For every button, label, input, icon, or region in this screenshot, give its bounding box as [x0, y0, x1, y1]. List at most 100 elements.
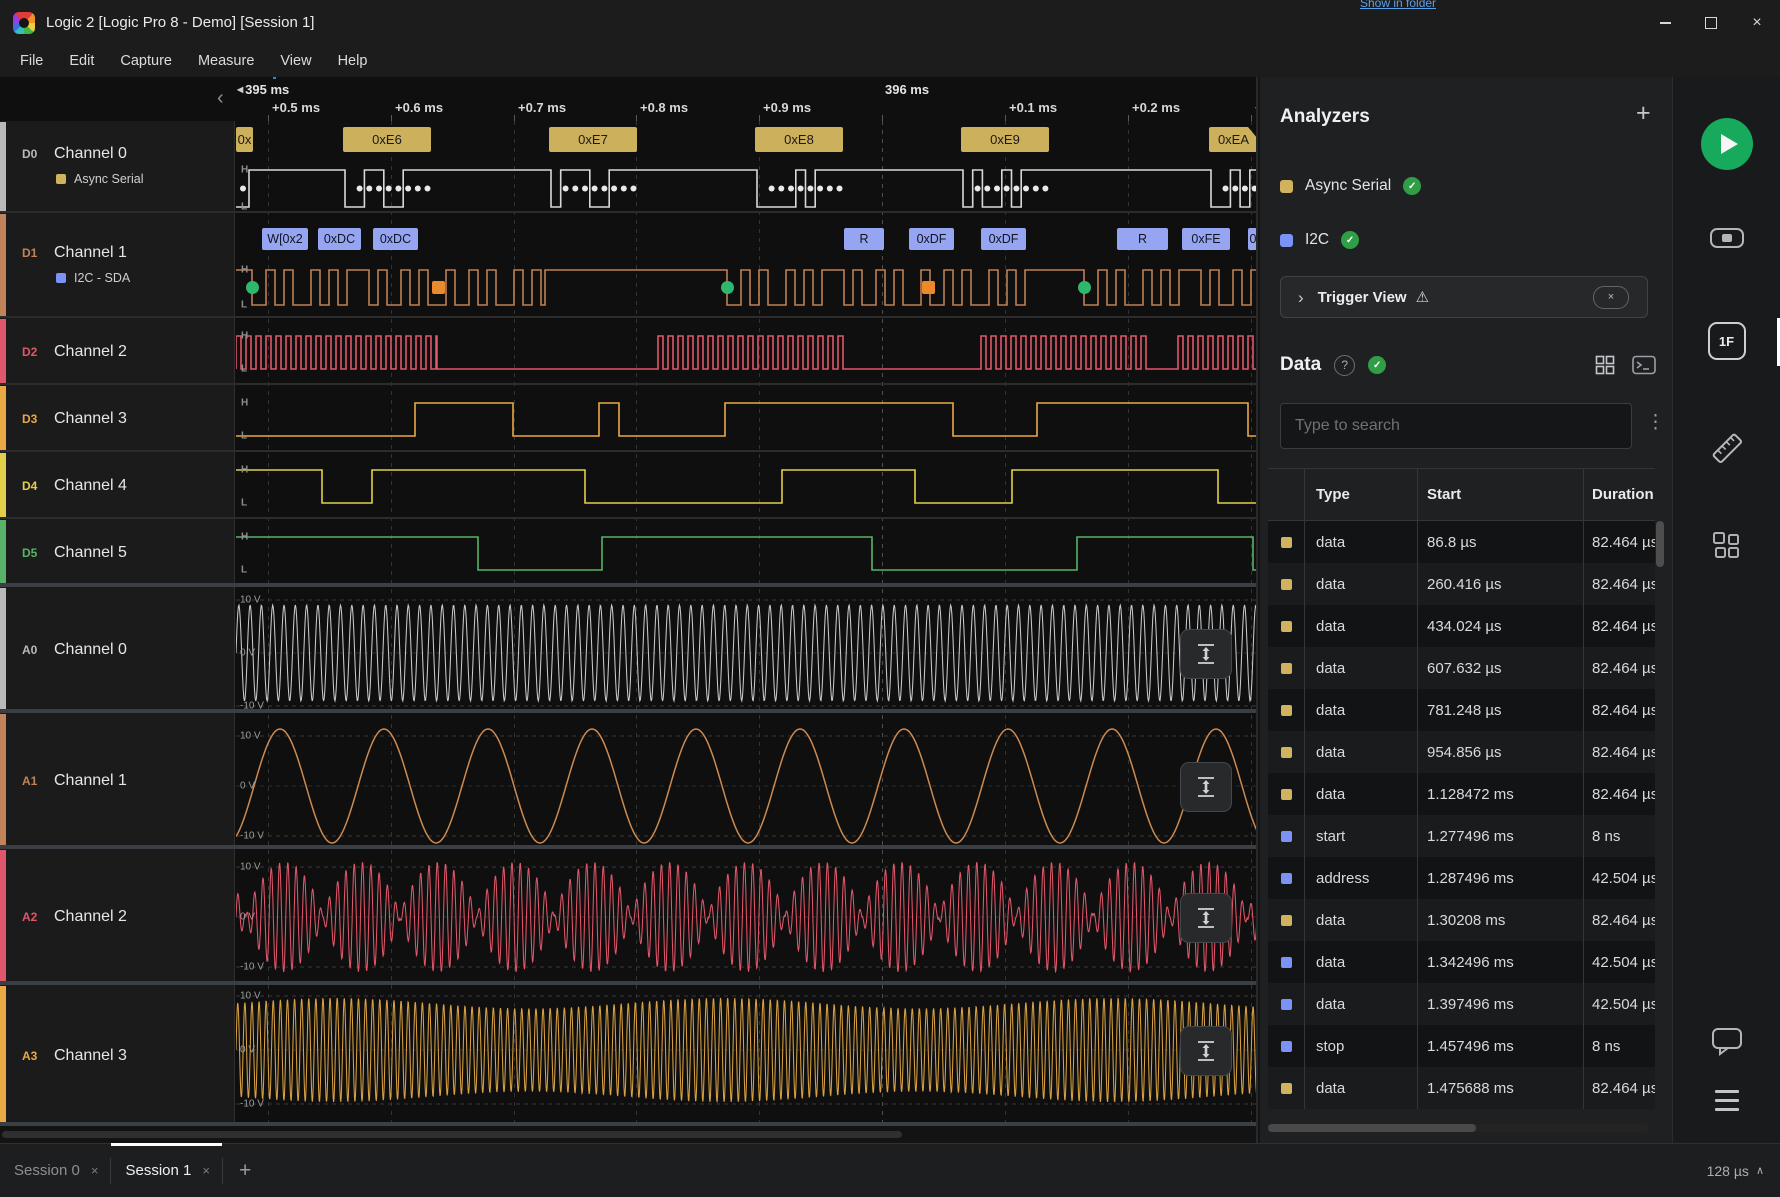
analyzer-color-icon	[1280, 234, 1293, 247]
channel-row-a0[interactable]: A0Channel 010 V0 V-10 V	[0, 587, 1258, 713]
waveform-d3[interactable]	[236, 385, 1258, 452]
table-row[interactable]: data954.856 µs82.464 µs	[1268, 731, 1655, 773]
row-type-color-icon	[1268, 873, 1304, 884]
waveform-a0[interactable]	[236, 587, 1258, 713]
waveform-d2[interactable]	[236, 318, 1258, 385]
close-trigger-view-button[interactable]: ×	[1593, 286, 1629, 309]
analyzer-color-icon	[1280, 180, 1293, 193]
table-row[interactable]: data1.30208 ms82.464 µs	[1268, 899, 1655, 941]
menu-help[interactable]: Help	[325, 45, 381, 77]
volt-label: 10 V	[240, 991, 261, 1002]
table-row[interactable]: stop1.457496 ms8 ns	[1268, 1025, 1655, 1067]
main-menu-button[interactable]	[1715, 1090, 1739, 1111]
cell-type: data	[1304, 786, 1417, 803]
timeline-ruler[interactable]: ‹ ◀395 ms396 ms+0.5 ms+0.6 ms+0.7 ms+0.8…	[0, 77, 1256, 121]
table-row[interactable]: start1.277496 ms8 ns	[1268, 815, 1655, 857]
waveform-d4[interactable]	[236, 452, 1258, 519]
channel-row-a2[interactable]: A2Channel 210 V0 V-10 V	[0, 849, 1258, 985]
table-row[interactable]: data607.632 µs82.464 µs	[1268, 647, 1655, 689]
analog-scale-button[interactable]	[1180, 762, 1232, 812]
waveform-d5[interactable]	[236, 519, 1258, 586]
table-row[interactable]: data1.475688 ms82.464 µs	[1268, 1067, 1655, 1109]
cell-start: 1.457496 ms	[1417, 1038, 1583, 1055]
analog-scale-button[interactable]	[1180, 1026, 1232, 1076]
channel-row-d4[interactable]: D4Channel 4HL	[0, 452, 1258, 519]
session-tab-0[interactable]: Session 0×	[0, 1144, 110, 1197]
app-window: Logic 2 [Logic Pro 8 - Demo] [Session 1]…	[0, 0, 1780, 1197]
channel-color-strip	[0, 122, 6, 212]
close-tab-icon[interactable]: ×	[91, 1163, 99, 1178]
table-row[interactable]: data1.342496 ms42.504 µs	[1268, 941, 1655, 983]
menu-edit[interactable]: Edit	[56, 45, 107, 77]
device-settings-button[interactable]	[1708, 224, 1746, 252]
analyzer-name-text: I2C - SDA	[74, 271, 130, 285]
analyzer-item-i2c[interactable]: I2C✓	[1280, 226, 1359, 254]
table-row[interactable]: data1.397496 ms42.504 µs	[1268, 983, 1655, 1025]
capture-mode-1f-button[interactable]: 1F	[1708, 322, 1746, 360]
ruler-tick-label: +0.2 ms	[1132, 100, 1180, 115]
table-hscrollbar[interactable]	[1268, 1124, 1648, 1132]
menu-view[interactable]: View	[267, 45, 324, 77]
help-icon[interactable]: ?	[1334, 355, 1355, 376]
waveform-a1[interactable]	[236, 713, 1258, 849]
title-bar: Logic 2 [Logic Pro 8 - Demo] [Session 1]…	[0, 0, 1780, 45]
analyzer-item-async-serial[interactable]: Async Serial✓	[1280, 172, 1421, 200]
waveform-a3[interactable]	[236, 985, 1258, 1126]
table-border	[1268, 520, 1655, 521]
table-row[interactable]: data260.416 µs82.464 µs	[1268, 563, 1655, 605]
collapse-panel-chevron-icon[interactable]: ‹	[217, 87, 224, 110]
cell-type: start	[1304, 828, 1417, 845]
channel-row-d5[interactable]: D5Channel 5HL	[0, 519, 1258, 586]
measure-button[interactable]	[1708, 429, 1746, 467]
table-scrollbar-thumb[interactable]	[1656, 521, 1664, 567]
channel-row-d1[interactable]: D1Channel 1I2C - SDAHL	[0, 213, 1258, 318]
maximize-button[interactable]	[1688, 0, 1734, 45]
channel-name: Channel 2	[54, 343, 127, 361]
channel-row-d3[interactable]: D3Channel 3HL	[0, 385, 1258, 452]
menu-measure[interactable]: Measure	[185, 45, 267, 77]
channel-row-a1[interactable]: A1Channel 110 V0 V-10 V	[0, 713, 1258, 849]
horizontal-scrollbar[interactable]	[0, 1126, 1258, 1143]
serial-decoded-frame: 0x	[236, 127, 253, 152]
waveform-pane[interactable]: ‹ ◀395 ms396 ms+0.5 ms+0.6 ms+0.7 ms+0.8…	[0, 77, 1258, 1143]
toast-link-label[interactable]: Show in folder	[1360, 0, 1436, 10]
toast-show-in-folder[interactable]: Show in folder	[1360, 0, 1436, 10]
channel-id-badge: A1	[22, 774, 37, 788]
menu-capture[interactable]: Capture	[107, 45, 185, 77]
search-input[interactable]	[1280, 403, 1632, 449]
extensions-button[interactable]	[1711, 530, 1743, 562]
start-capture-button[interactable]	[1701, 118, 1753, 170]
feedback-button[interactable]	[1710, 1025, 1744, 1057]
close-tab-icon[interactable]: ×	[202, 1163, 210, 1178]
table-row[interactable]: data1.128472 ms82.464 µs	[1268, 773, 1655, 815]
maximize-icon	[1705, 17, 1717, 29]
table-row[interactable]: data781.248 µs82.464 µs	[1268, 689, 1655, 731]
table-row[interactable]: address1.287496 ms42.504 µs	[1268, 857, 1655, 899]
trigger-view-button[interactable]: › Trigger View ⚠ ×	[1280, 276, 1648, 318]
table-row[interactable]: data86.8 µs82.464 µs	[1268, 521, 1655, 563]
more-options-icon[interactable]: ⋮	[1646, 411, 1665, 434]
analyzer-color-icon	[56, 174, 66, 184]
level-low-label: L	[241, 364, 247, 375]
close-button[interactable]: ×	[1734, 0, 1780, 45]
analog-scale-button[interactable]	[1180, 893, 1232, 943]
table-hscrollbar-thumb[interactable]	[1268, 1124, 1476, 1132]
ruler-major-left: ◀395 ms	[237, 82, 289, 97]
menu-file[interactable]: File	[7, 45, 56, 77]
table-view-icon[interactable]	[1595, 355, 1615, 375]
analyzers-title: Analyzers	[1280, 106, 1370, 128]
add-analyzer-button[interactable]: +	[1636, 99, 1651, 128]
analog-scale-button[interactable]	[1180, 629, 1232, 679]
minimize-button[interactable]	[1642, 0, 1688, 45]
terminal-view-icon[interactable]	[1632, 355, 1656, 375]
waveform-a2[interactable]	[236, 849, 1258, 985]
add-session-button[interactable]: +	[223, 1159, 267, 1183]
volt-label: 10 V	[240, 862, 261, 873]
horizontal-scrollbar-thumb[interactable]	[2, 1131, 902, 1138]
channel-row-a3[interactable]: A3Channel 310 V0 V-10 V	[0, 985, 1258, 1126]
channel-row-d2[interactable]: D2Channel 2HL	[0, 318, 1258, 385]
table-row[interactable]: data434.024 µs82.464 µs	[1268, 605, 1655, 647]
level-high-label: H	[241, 165, 248, 176]
time-scale-indicator[interactable]: 128 µs ∧	[1707, 1163, 1764, 1179]
session-tab-1[interactable]: Session 1×	[111, 1144, 221, 1197]
